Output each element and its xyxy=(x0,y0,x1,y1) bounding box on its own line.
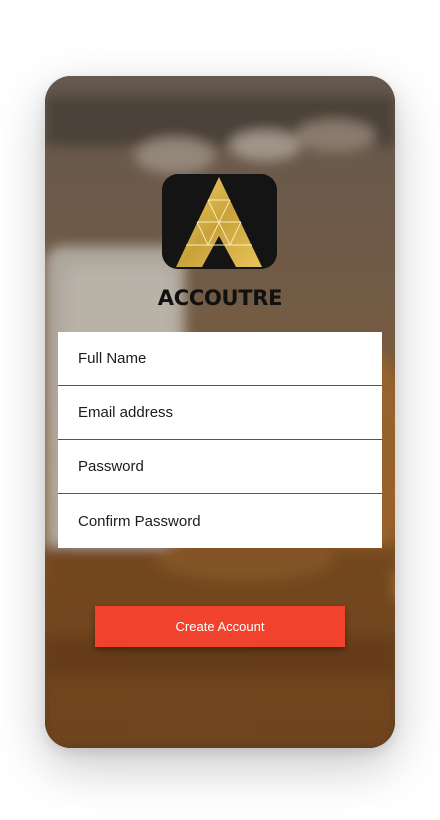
full-name-placeholder: Full Name xyxy=(78,350,147,367)
signup-screen: ACCOUTRE Full Name Email address Passwor… xyxy=(45,76,395,748)
full-name-input[interactable]: Full Name xyxy=(58,332,382,386)
triangle-a-logo-icon xyxy=(176,177,262,267)
email-placeholder: Email address xyxy=(78,404,174,421)
signup-form: Full Name Email address Password Confirm… xyxy=(58,332,382,548)
confirm-password-input[interactable]: Confirm Password xyxy=(58,494,382,548)
password-placeholder: Password xyxy=(78,458,144,475)
confirm-password-placeholder: Confirm Password xyxy=(78,512,201,530)
password-input[interactable]: Password xyxy=(58,440,382,494)
email-input[interactable]: Email address xyxy=(58,386,382,440)
brand-name: ACCOUTRE xyxy=(157,286,283,310)
app-logo xyxy=(162,174,277,269)
create-account-button[interactable]: Create Account xyxy=(95,606,345,647)
